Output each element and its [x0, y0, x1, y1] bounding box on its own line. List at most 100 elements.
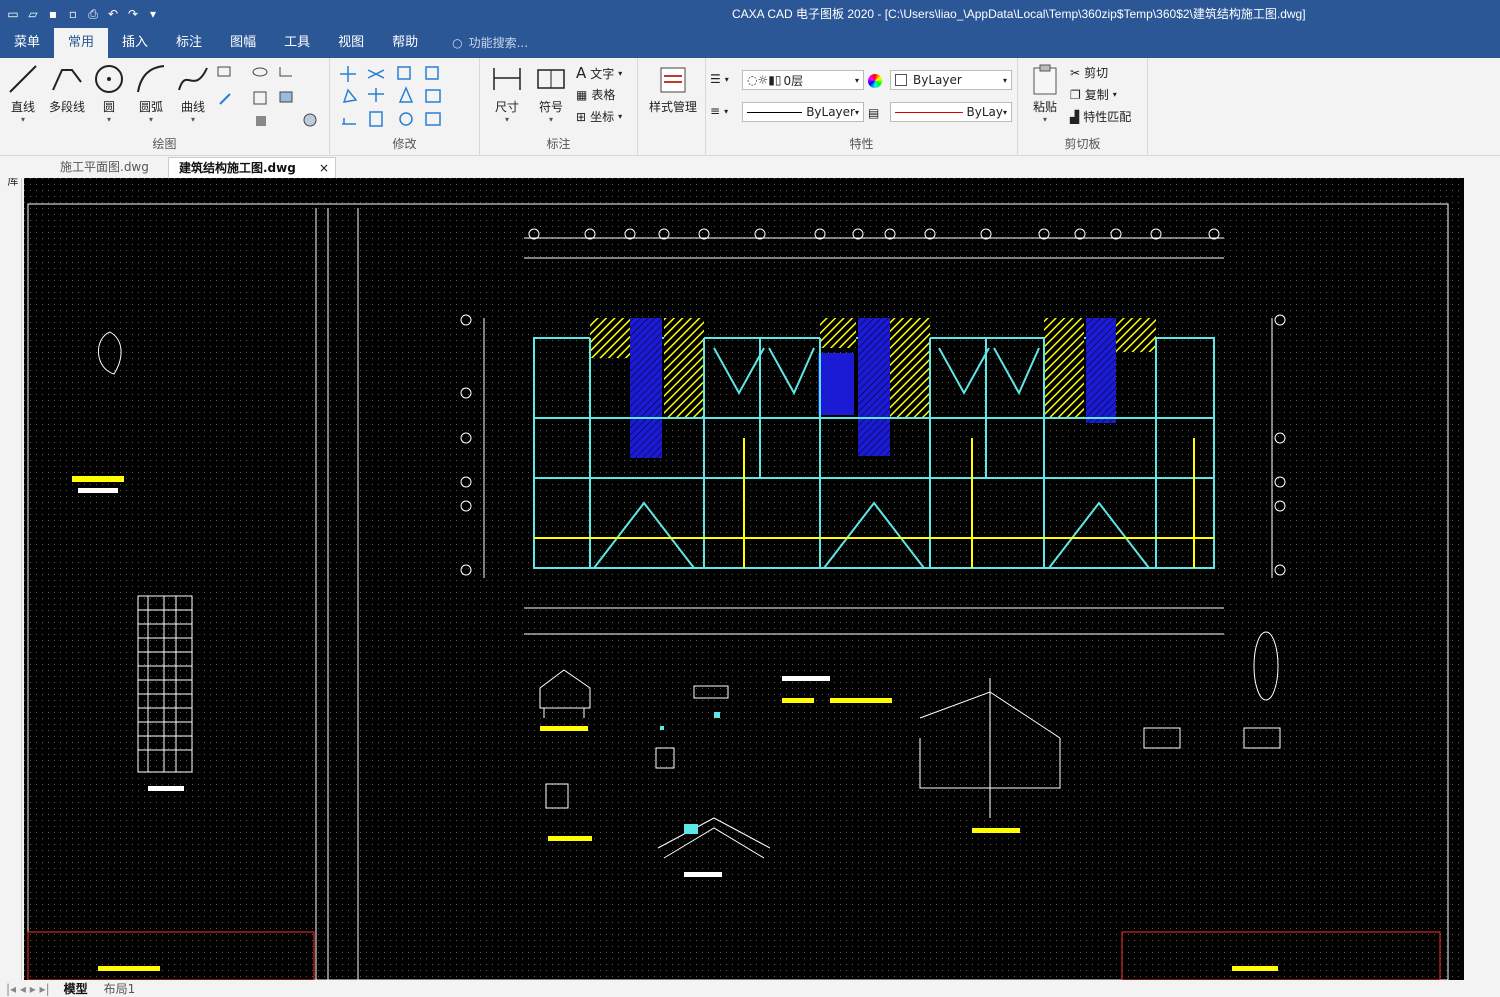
cut-button[interactable]: ✂ 剪切	[1070, 64, 1108, 81]
save-icon[interactable]: ▪	[46, 7, 60, 21]
tab-nav-arrows-icon[interactable]: |◂ ◂ ▸ ▸|	[0, 982, 56, 996]
tab-sheet[interactable]: 图幅	[216, 28, 270, 58]
style-manager-icon	[660, 67, 686, 93]
group-annotate-label: 标注	[546, 137, 571, 151]
linetype-value: ByLayer	[806, 105, 855, 119]
dimension-icon	[493, 68, 521, 90]
symbol-icon	[537, 69, 565, 89]
dimension-label: 尺寸	[494, 100, 519, 114]
tab-menu[interactable]: 菜单	[0, 28, 54, 58]
layer-select[interactable]: ◌ ☼ ▮ ▯ 0层 ▾	[742, 70, 864, 90]
symbol-button[interactable]: 符号 ▾	[530, 62, 572, 124]
coordinate-icon: ⊞	[576, 109, 587, 124]
lineweight-preview	[895, 111, 963, 113]
open-file-icon[interactable]: ▱	[26, 7, 40, 21]
save-as-icon[interactable]: ▫	[66, 7, 80, 21]
tab-help[interactable]: 帮助	[378, 28, 432, 58]
canvas-grid	[24, 178, 1464, 980]
group-clipboard: 粘贴 ▾ ✂ 剪切 ❐ 复制 ▾ ▟ 特性匹配 剪切板	[1018, 58, 1148, 156]
lock-icon: ▮	[768, 73, 775, 87]
close-icon[interactable]: ×	[319, 158, 329, 179]
cut-label: 剪切	[1084, 66, 1109, 80]
modify-tools[interactable]	[340, 66, 470, 130]
curve-button[interactable]: 曲线 ▾	[172, 62, 214, 124]
polyline-label: 多段线	[48, 100, 85, 114]
linestyle-icon: ≡	[710, 104, 721, 118]
group-properties-label: 特性	[849, 137, 874, 151]
redo-icon[interactable]: ↷	[126, 7, 140, 21]
polyline-icon	[52, 69, 82, 91]
chevron-down-icon: ▾	[854, 107, 859, 117]
coordinate-button[interactable]: ⊞ 坐标 ▾	[576, 108, 622, 125]
group-clipboard-label: 剪切板	[1064, 137, 1101, 151]
polyline-button[interactable]: 多段线	[44, 62, 90, 115]
circle-button[interactable]: 圆 ▾	[88, 62, 130, 124]
document-tabs: 施工平面图.dwg 建筑结构施工图.dwg ×	[0, 156, 1500, 178]
cad-drawing[interactable]	[24, 178, 1464, 980]
ribbon-panel: 直线 ▾ 多段线 圆 ▾ 圆弧 ▾ 曲线 ▾ 绘图 修改 尺寸 ▾ 符号 ▾ A…	[0, 58, 1500, 156]
circle-icon	[95, 65, 123, 93]
group-draw: 直线 ▾ 多段线 圆 ▾ 圆弧 ▾ 曲线 ▾ 绘图	[0, 58, 330, 156]
tab-tools[interactable]: 工具	[270, 28, 324, 58]
feature-search[interactable]: ○ 功能搜索...	[452, 28, 528, 58]
customize-icon[interactable]: ▾	[146, 7, 160, 21]
note-text-yellow	[72, 476, 124, 482]
lineweight-icon[interactable]: ▤	[868, 106, 879, 120]
line-button[interactable]: 直线 ▾	[2, 62, 44, 124]
chevron-down-icon: ▾	[1002, 107, 1007, 117]
printer-layer-icon: ▯	[774, 73, 782, 87]
arc-button[interactable]: 圆弧 ▾	[130, 62, 172, 124]
text-label: 文字	[590, 66, 615, 81]
tab-model[interactable]: 模型	[56, 980, 96, 997]
linetype-tools[interactable]: ≡ ▾	[710, 104, 728, 118]
window-title: CAXA CAD 电子图板 2020 - [C:\Users\liao_\App…	[732, 7, 1306, 21]
lineweight-select[interactable]: ByLay ▾	[890, 102, 1012, 122]
tab-insert[interactable]: 插入	[108, 28, 162, 58]
curve-icon	[178, 67, 208, 91]
arc-label: 圆弧	[138, 100, 163, 114]
tab-annotate[interactable]: 标注	[162, 28, 216, 58]
right-panel	[1464, 178, 1500, 980]
sun-icon: ☼	[757, 73, 769, 87]
color-wheel-icon[interactable]	[868, 74, 882, 88]
print-icon[interactable]: ⎙	[86, 7, 100, 21]
library-strip[interactable]: 图库	[0, 156, 22, 997]
match-properties-button[interactable]: ▟ 特性匹配	[1070, 108, 1131, 125]
new-file-icon[interactable]: ▭	[6, 7, 20, 21]
group-properties: ☰ ▾ ◌ ☼ ▮ ▯ 0层 ▾ ByLayer ▾ ≡ ▾ ByLayer ▾ ▤…	[706, 58, 1018, 156]
layer-tools[interactable]: ☰ ▾	[710, 72, 729, 86]
doc-tab-plan[interactable]: 施工平面图.dwg	[50, 157, 159, 178]
layout-tabs-bar: |◂ ◂ ▸ ▸| 模型 布局1	[0, 980, 1500, 997]
lightbulb-layer-icon: ◌	[747, 73, 758, 87]
dimension-button[interactable]: 尺寸 ▾	[486, 62, 528, 124]
lineweight-value: ByLay	[966, 105, 1003, 119]
paste-label: 粘贴	[1032, 100, 1057, 114]
tab-view[interactable]: 视图	[324, 28, 378, 58]
paste-button[interactable]: 粘贴 ▾	[1024, 62, 1066, 124]
tab-layout1[interactable]: 布局1	[96, 980, 144, 997]
drawing-canvas[interactable]	[24, 178, 1464, 980]
chevron-down-icon: ▾	[854, 75, 859, 85]
style-manager-button[interactable]: 样式管理	[644, 62, 702, 115]
copy-icon: ❐	[1070, 87, 1081, 102]
color-select[interactable]: ByLayer ▾	[890, 70, 1012, 90]
copy-label: 复制	[1084, 88, 1109, 102]
linetype-select[interactable]: ByLayer ▾	[742, 102, 864, 122]
color-value: ByLayer	[913, 73, 962, 87]
note-text-white	[78, 488, 118, 493]
tab-common[interactable]: 常用	[54, 28, 109, 58]
symbol-label: 符号	[538, 100, 563, 114]
table-button[interactable]: ▦ 表格	[576, 86, 615, 103]
undo-icon[interactable]: ↶	[106, 7, 120, 21]
scissors-icon: ✂	[1070, 65, 1081, 80]
doc-tab-structure-label: 建筑结构施工图.dwg	[179, 161, 296, 175]
color-swatch	[895, 74, 907, 86]
draw-small-tools[interactable]	[216, 64, 326, 128]
copy-button[interactable]: ❐ 复制 ▾	[1070, 86, 1117, 103]
table-label: 表格	[591, 88, 616, 102]
doc-tab-structure[interactable]: 建筑结构施工图.dwg ×	[168, 157, 336, 178]
lightbulb-icon: ○	[452, 36, 463, 50]
brush-icon: ▟	[1070, 109, 1080, 124]
text-button[interactable]: A 文字 ▾	[576, 64, 622, 82]
quick-access-toolbar: ▭ ▱ ▪ ▫ ⎙ ↶ ↷ ▾	[0, 7, 160, 21]
